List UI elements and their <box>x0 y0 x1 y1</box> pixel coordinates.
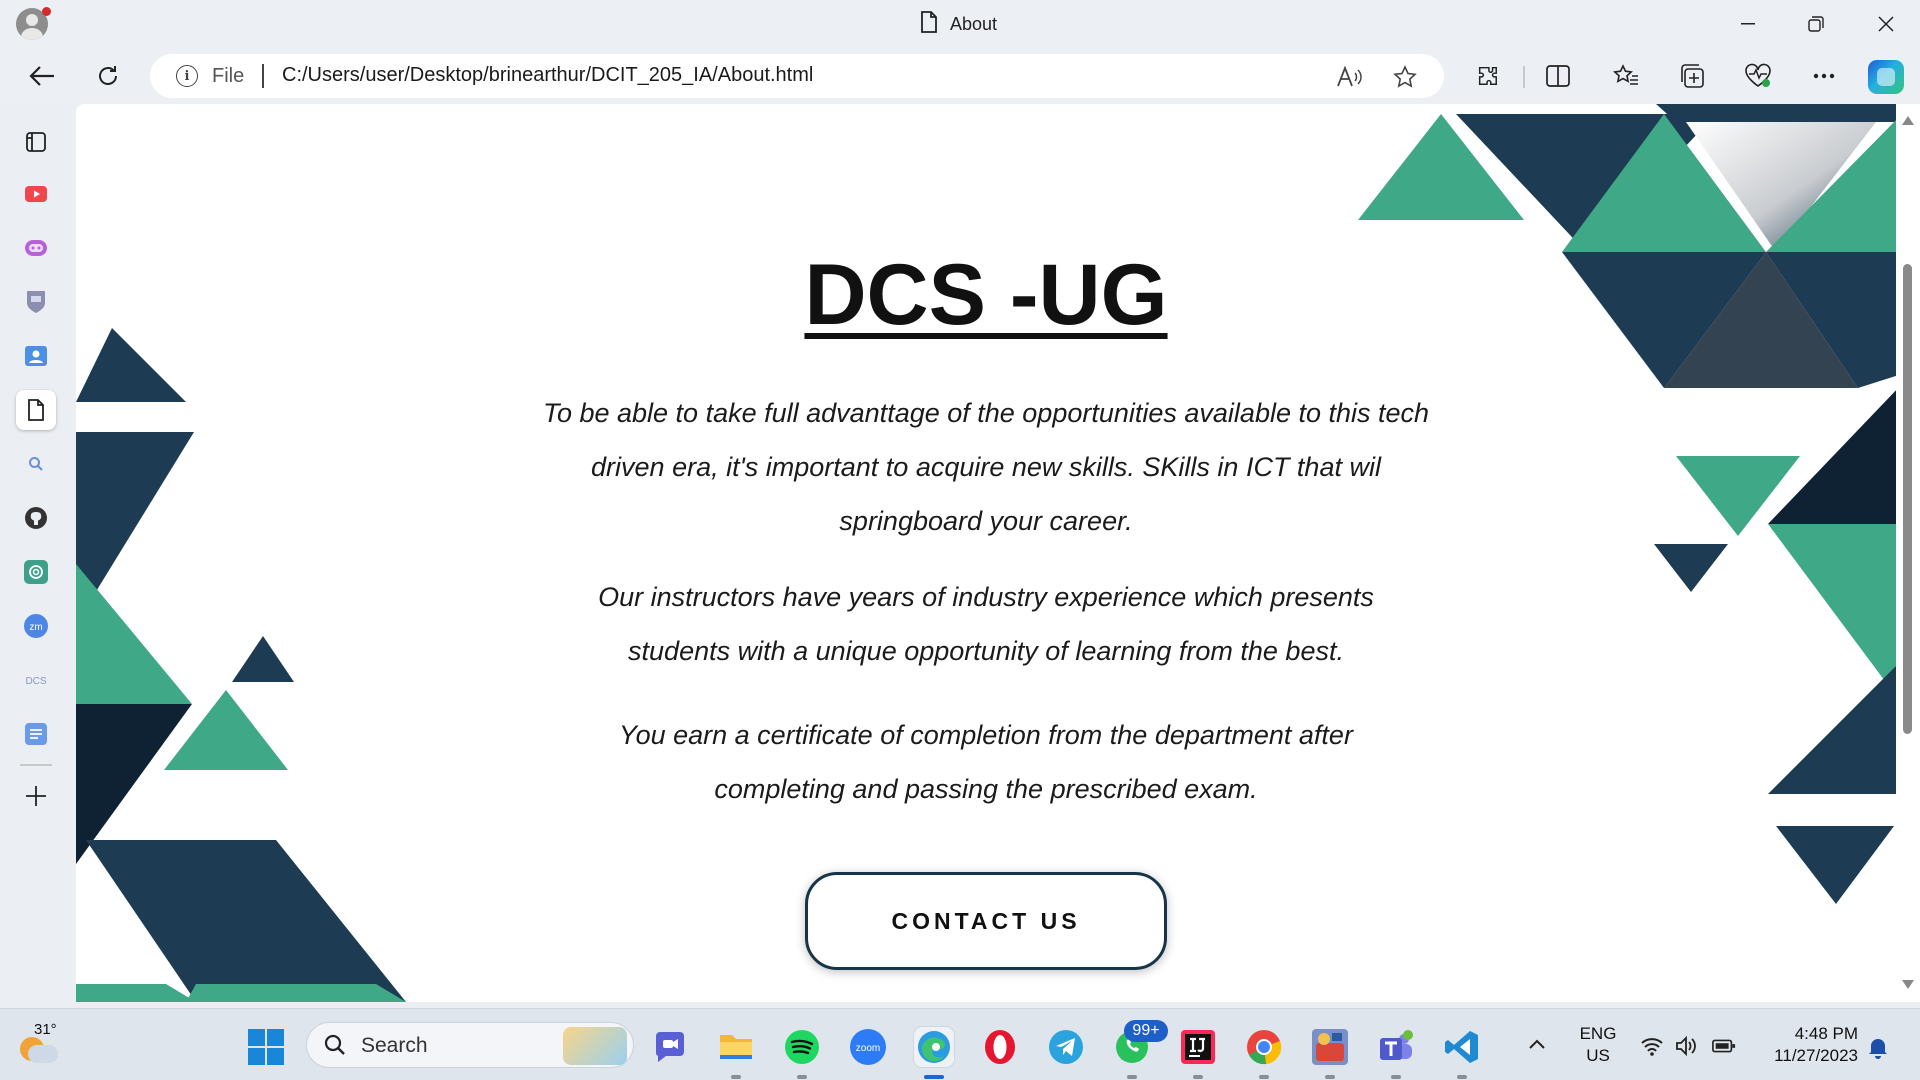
scheme-label: File <box>212 65 245 87</box>
back-button[interactable] <box>22 56 62 96</box>
clock-date: 11/27/2023 <box>1774 1046 1858 1065</box>
notes-app-icon[interactable] <box>16 714 56 754</box>
edge-browser-icon[interactable] <box>914 1027 954 1067</box>
split-screen-icon[interactable] <box>1542 60 1574 92</box>
restore-button[interactable] <box>1782 0 1850 48</box>
search-label: Search <box>361 1034 428 1057</box>
current-page-sidebar-icon[interactable] <box>16 390 56 430</box>
site-info-icon[interactable]: i <box>176 65 198 87</box>
running-indicator <box>1325 1075 1335 1079</box>
extensions-icon[interactable] <box>1472 60 1504 92</box>
clock-time: 4:48 PM <box>1794 1024 1858 1043</box>
active-indicator <box>924 1075 944 1079</box>
vscode-icon[interactable] <box>1442 1027 1482 1067</box>
zoom-sidebar-label: zm <box>29 622 42 633</box>
running-indicator <box>1259 1075 1269 1079</box>
teams-icon[interactable] <box>1376 1027 1416 1067</box>
start-button[interactable] <box>248 1029 284 1065</box>
system-clock[interactable]: 4:48 PM 11/27/2023 <box>1756 1023 1858 1067</box>
address-bar[interactable]: i File C:/Users/user/Desktop/brinearthur… <box>150 54 1444 98</box>
wifi-icon[interactable] <box>1640 1035 1664 1057</box>
file-explorer-icon[interactable] <box>716 1027 756 1067</box>
notification-dot <box>42 7 51 16</box>
favorite-star-icon[interactable] <box>1392 64 1418 90</box>
search-highlight-image <box>563 1027 627 1065</box>
search-icon <box>324 1034 345 1055</box>
spotify-icon[interactable] <box>782 1027 822 1067</box>
browser-essentials-icon[interactable] <box>1742 60 1774 92</box>
address-divider <box>262 64 264 88</box>
running-indicator <box>797 1075 807 1079</box>
windows-taskbar: 31° Search zoom 99+ ENG US 4:48 PM 11/27… <box>0 1008 1920 1080</box>
battery-icon[interactable] <box>1712 1035 1736 1057</box>
page-heading: DCS -UG <box>804 247 1168 343</box>
cloud-icon <box>28 1045 58 1063</box>
tab-title: About <box>950 13 998 34</box>
youtube-icon[interactable] <box>16 174 56 214</box>
chat-app-icon[interactable] <box>650 1027 690 1067</box>
contacts-app-icon[interactable] <box>16 336 56 376</box>
intro-paragraph: To be able to take full advanttage of th… <box>542 398 1430 536</box>
read-aloud-icon[interactable] <box>1336 64 1362 90</box>
notification-bell-icon[interactable] <box>1866 1035 1890 1059</box>
telegram-icon[interactable] <box>1046 1027 1086 1067</box>
about-content: DCS -UG To be able to take full advantta… <box>76 104 1902 1002</box>
contact-us-button[interactable]: CONTACT US <box>805 872 1167 970</box>
chatgpt-icon[interactable] <box>16 552 56 592</box>
collections-icon[interactable] <box>1676 60 1708 92</box>
intellij-icon[interactable] <box>1178 1027 1218 1067</box>
instructors-paragraph: Our instructors have years of industry e… <box>598 582 1374 666</box>
close-button[interactable] <box>1852 0 1920 48</box>
title-bar: About <box>0 0 1920 48</box>
more-options-icon[interactable] <box>1808 60 1840 92</box>
toolbar-divider <box>1523 66 1525 88</box>
tab-title-group: About <box>920 10 998 38</box>
game-app-icon[interactable] <box>16 228 56 268</box>
page-scrollbar[interactable] <box>1896 104 1920 1002</box>
certificate-paragraph: You earn a certificate of completion fro… <box>619 720 1353 804</box>
scroll-thumb[interactable] <box>1903 264 1912 734</box>
language-indicator[interactable]: ENG US <box>1578 1023 1618 1067</box>
running-indicator <box>1193 1075 1203 1079</box>
copilot-icon[interactable] <box>1868 60 1904 94</box>
zoom-sidebar-icon[interactable]: zm <box>16 606 56 646</box>
chrome-icon[interactable] <box>1244 1027 1284 1067</box>
page-icon <box>920 10 938 38</box>
running-indicator <box>1391 1075 1401 1079</box>
game-launcher-icon[interactable] <box>1310 1027 1350 1067</box>
dcs-sidebar-icon[interactable]: DCS <box>16 660 56 700</box>
browser-sidebar: zm DCS <box>0 104 72 1008</box>
github-icon[interactable] <box>16 498 56 538</box>
add-sidebar-app-icon[interactable] <box>16 776 56 816</box>
keyboard-region: US <box>1586 1046 1610 1065</box>
show-hidden-icons-button[interactable] <box>1528 1033 1546 1056</box>
minimize-button[interactable] <box>1714 0 1782 48</box>
refresh-button[interactable] <box>88 56 128 96</box>
scroll-up-arrow-icon[interactable] <box>1902 116 1914 125</box>
running-indicator <box>731 1075 741 1079</box>
navigation-bar: i File C:/Users/user/Desktop/brinearthur… <box>0 48 1920 104</box>
taskbar-search[interactable]: Search <box>306 1022 634 1068</box>
tab-actions-icon[interactable] <box>16 122 56 162</box>
favorites-icon[interactable] <box>1610 60 1642 92</box>
running-indicator <box>1127 1075 1137 1079</box>
url-text[interactable]: C:/Users/user/Desktop/brinearthur/DCIT_2… <box>282 64 813 87</box>
opera-icon[interactable] <box>980 1027 1020 1067</box>
scroll-down-arrow-icon[interactable] <box>1902 980 1914 989</box>
language-code: ENG <box>1579 1024 1617 1043</box>
running-indicator <box>1457 1075 1467 1079</box>
page-viewport: DCS -UG To be able to take full advantta… <box>76 104 1902 1002</box>
zoom-app-icon[interactable]: zoom <box>848 1027 888 1067</box>
dcs-sidebar-label: DCS <box>25 676 46 687</box>
sidebar-divider <box>20 764 52 766</box>
weather-temperature: 31° <box>34 1021 57 1038</box>
volume-icon[interactable] <box>1674 1035 1698 1057</box>
whatsapp-unread-badge: 99+ <box>1124 1020 1168 1042</box>
search-sidebar-icon[interactable] <box>16 444 56 484</box>
university-crest-icon[interactable] <box>16 282 56 322</box>
zoom-app-label: zoom <box>856 1043 880 1054</box>
